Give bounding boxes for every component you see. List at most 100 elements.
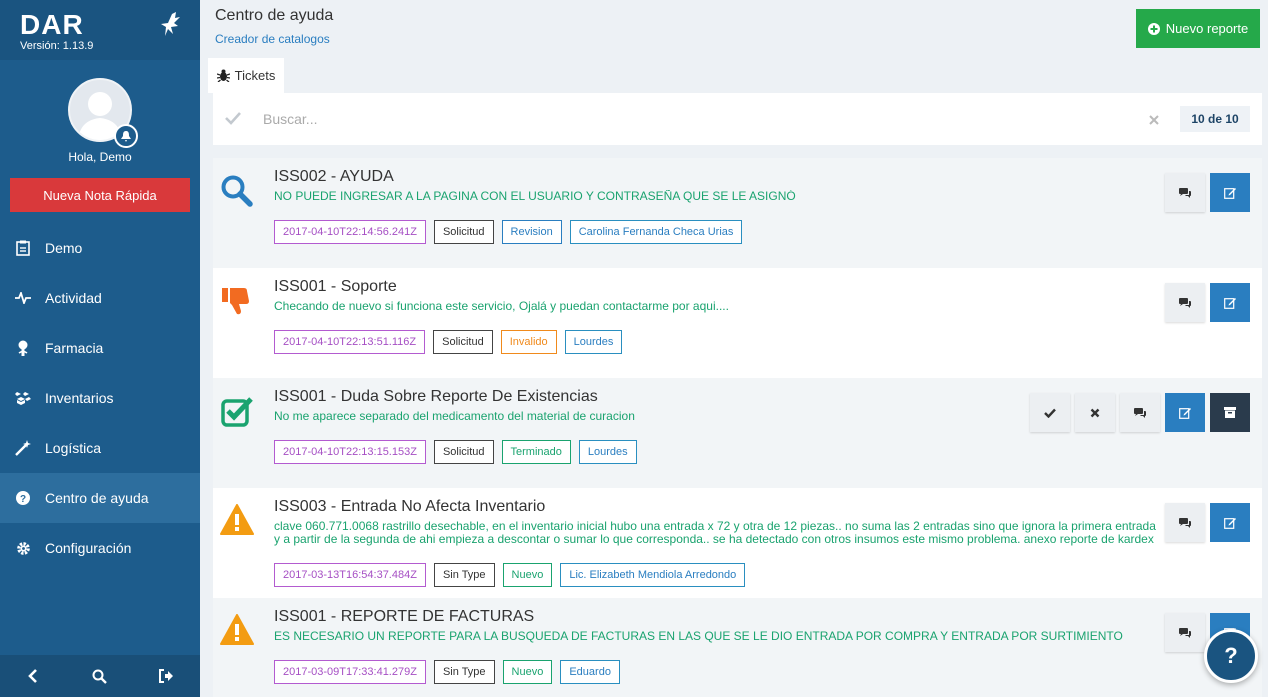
table-row[interactable]: ISS002 - AYUDA NO PUEDE INGRESAR A LA PA… (213, 158, 1262, 268)
status-badge: Nuevo (502, 563, 553, 587)
search-bar: 10 de 10 (213, 93, 1262, 145)
type-badge: Sin Type (433, 660, 495, 684)
ticket-actions (1030, 393, 1250, 432)
ticket-actions (1165, 283, 1250, 322)
catalog-creator-link[interactable]: Creador de catalogos (215, 32, 330, 46)
table-row[interactable]: ISS001 - Duda Sobre Reporte De Existenci… (213, 378, 1262, 488)
sidebar-item-configuracion[interactable]: Configuración (0, 523, 200, 573)
user-badge: Carolina Fernanda Checa Urias (569, 220, 743, 244)
sign-out-icon[interactable] (155, 664, 179, 688)
heartbeat-icon (14, 289, 32, 307)
ticket-tags: 2017-04-10T22:13:15.153Z Solicitud Termi… (274, 440, 637, 464)
status-badge: Revision (501, 220, 562, 244)
ticket-title[interactable]: ISS001 - REPORTE DE FACTURAS (274, 608, 534, 626)
edit-icon (1224, 517, 1236, 529)
clipboard-icon (14, 239, 32, 257)
check-square-icon (220, 394, 254, 428)
ticket-list: ISS002 - AYUDA NO PUEDE INGRESAR A LA PA… (213, 158, 1262, 697)
archive-button[interactable] (1210, 393, 1250, 432)
warning-icon (220, 614, 254, 648)
user-badge: Lourdes (564, 330, 623, 354)
edit-icon (1179, 407, 1191, 419)
comments-button[interactable] (1165, 173, 1205, 212)
edit-button[interactable] (1210, 283, 1250, 322)
sidebar-item-logistica[interactable]: Logística (0, 423, 200, 473)
notifications-bell-icon[interactable] (114, 124, 138, 148)
edit-button[interactable] (1210, 503, 1250, 542)
archive-icon (1224, 407, 1236, 418)
comments-icon (1179, 517, 1191, 528)
sidebar: DAR Versión: 1.13.9 Hola, Demo Nueva Not… (0, 0, 200, 697)
date-badge: 2017-03-09T17:33:41.279Z (274, 660, 426, 684)
status-badge: Terminado (501, 440, 571, 464)
sidebar-item-label: Actividad (45, 290, 102, 306)
sidebar-footer (0, 655, 200, 697)
clear-search-icon[interactable] (1149, 112, 1159, 130)
help-button[interactable]: ? (1204, 629, 1258, 683)
sidebar-item-label: Centro de ayuda (45, 490, 149, 506)
search-input[interactable] (263, 107, 1123, 131)
edit-button[interactable] (1165, 393, 1205, 432)
result-count-badge: 10 de 10 (1180, 106, 1250, 132)
edit-button[interactable] (1210, 173, 1250, 212)
date-badge: 2017-04-10T22:13:15.153Z (274, 440, 426, 464)
ticket-title[interactable]: ISS002 - AYUDA (274, 168, 394, 186)
ticket-tags: 2017-03-13T16:54:37.484Z Sin Type Nuevo … (274, 563, 746, 587)
gear-icon (14, 539, 32, 557)
sidebar-item-actividad[interactable]: Actividad (0, 273, 200, 323)
table-row[interactable]: ISS001 - Soporte Checando de nuevo si fu… (213, 268, 1262, 378)
new-report-label: Nuevo reporte (1165, 21, 1249, 36)
ticket-actions (1165, 173, 1250, 212)
sidebar-nav: Demo Actividad Farmacia Inventarios Logí… (0, 223, 200, 573)
sidebar-item-farmacia[interactable]: Farmacia (0, 323, 200, 373)
ticket-title[interactable]: ISS003 - Entrada No Afecta Inventario (274, 498, 545, 516)
table-row[interactable]: ISS003 - Entrada No Afecta Inventario cl… (213, 488, 1262, 598)
ticket-description: clave 060.771.0068 rastrillo desechable,… (274, 520, 1156, 546)
magic-wand-icon (14, 439, 32, 457)
date-badge: 2017-04-10T22:13:51.116Z (274, 330, 426, 354)
question-circle-icon: ? (14, 489, 32, 507)
tab-bar: Tickets (200, 58, 1268, 93)
brand-header: DAR Versión: 1.13.9 (0, 0, 200, 60)
new-report-button[interactable]: Nuevo reporte (1136, 9, 1260, 48)
search-icon (220, 174, 254, 208)
comments-button[interactable] (1120, 393, 1160, 432)
comments-icon (1179, 187, 1191, 198)
pill-icon (14, 339, 32, 357)
ticket-title[interactable]: ISS001 - Soporte (274, 278, 397, 296)
sidebar-item-centro-de-ayuda[interactable]: ? Centro de ayuda (0, 473, 200, 523)
user-greeting: Hola, Demo (68, 150, 132, 164)
status-badge: Invalido (500, 330, 557, 354)
date-badge: 2017-03-13T16:54:37.484Z (274, 563, 426, 587)
comments-button[interactable] (1165, 503, 1205, 542)
sidebar-item-label: Logística (45, 440, 102, 456)
ticket-description: NO PUEDE INGRESAR A LA PAGINA CON EL USU… (274, 190, 796, 203)
sidebar-item-inventarios[interactable]: Inventarios (0, 373, 200, 423)
type-badge: Solicitud (433, 220, 494, 244)
collapse-chevron-left-icon[interactable] (21, 664, 45, 688)
thumbs-down-icon (220, 284, 254, 318)
quick-note-button[interactable]: Nueva Nota Rápida (10, 178, 190, 212)
type-badge: Solicitud (433, 440, 494, 464)
sidebar-item-label: Configuración (45, 540, 132, 556)
ticket-description: Checando de nuevo si funciona este servi… (274, 300, 729, 313)
tab-tickets[interactable]: Tickets (208, 58, 284, 93)
comments-button[interactable] (1165, 613, 1205, 652)
type-badge: Sin Type (433, 563, 495, 587)
reject-button[interactable] (1075, 393, 1115, 432)
ticket-tags: 2017-04-10T22:13:51.116Z Solicitud Inval… (274, 330, 623, 354)
ticket-tags: 2017-03-09T17:33:41.279Z Sin Type Nuevo … (274, 660, 620, 684)
ticket-title[interactable]: ISS001 - Duda Sobre Reporte De Existenci… (274, 388, 598, 406)
cubes-icon (14, 389, 32, 407)
approve-button[interactable] (1030, 393, 1070, 432)
comments-button[interactable] (1165, 283, 1205, 322)
search-icon[interactable] (88, 664, 112, 688)
sidebar-item-label: Demo (45, 240, 83, 256)
ticket-tags: 2017-04-10T22:14:56.241Z Solicitud Revis… (274, 220, 743, 244)
warning-icon (220, 504, 254, 538)
table-row[interactable]: ISS001 - REPORTE DE FACTURAS ES NECESARI… (213, 598, 1262, 697)
select-all-check-icon[interactable] (225, 111, 241, 130)
page-title: Centro de ayuda (215, 7, 334, 24)
sidebar-item-demo[interactable]: Demo (0, 223, 200, 273)
check-icon (1044, 408, 1056, 418)
